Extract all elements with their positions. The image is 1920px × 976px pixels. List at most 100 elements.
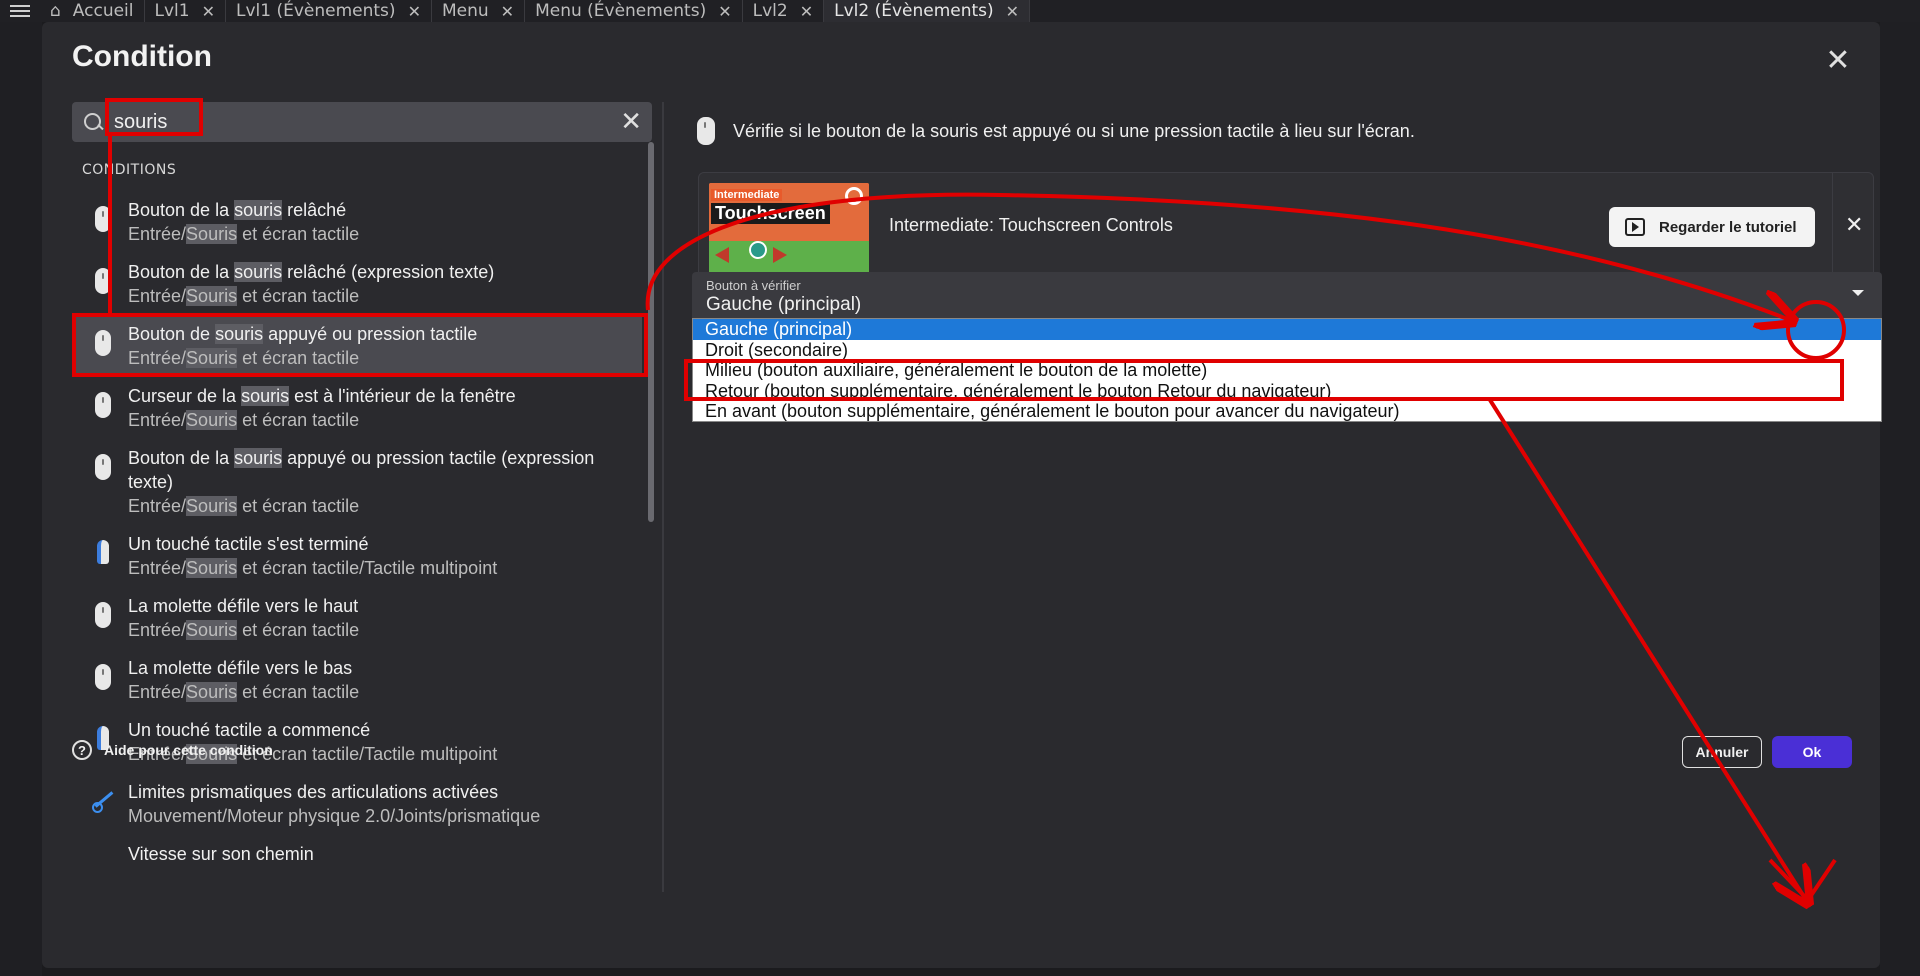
- item-category: Mouvement/Moteur physique 2.0/Joints/pri…: [128, 806, 541, 826]
- item-title: Limites prismatiques des articulations a…: [128, 782, 499, 802]
- item-title: Bouton de la souris relâché (expression …: [128, 262, 495, 282]
- item-title: Un touché tactile s'est terminé: [128, 534, 369, 554]
- blank-icon: [86, 842, 120, 850]
- close-tab-icon[interactable]: ✕: [718, 2, 731, 21]
- item-title: Curseur de la souris est à l'intérieur d…: [128, 386, 516, 406]
- logo-icon: [845, 187, 863, 205]
- tutorial-card: Intermediate Touchscreen Intermediate: T…: [698, 172, 1874, 288]
- watch-tutorial-label: Regarder le tutoriel: [1659, 218, 1797, 236]
- tab-2[interactable]: Lvl1 (Évènements) ✕: [226, 0, 432, 22]
- tab-label: Lvl2 (Évènements): [834, 1, 994, 21]
- tab-4[interactable]: Menu (Évènements) ✕: [525, 0, 743, 22]
- close-tab-icon[interactable]: ✕: [202, 2, 215, 21]
- home-icon: ⌂: [50, 1, 61, 21]
- mouse-icon: [86, 384, 120, 418]
- cancel-button[interactable]: Annuler: [1682, 736, 1762, 768]
- tab-bar: ⌂ Accueil Lvl1 ✕ Lvl1 (Évènements) ✕ Menu ✕ Menu…: [0, 0, 1920, 22]
- list-item[interactable]: Curseur de la souris est à l'intérieur d…: [72, 376, 642, 438]
- item-title-cont: texte): [128, 472, 174, 492]
- item-category: Entrée/Souris et écran tactile: [128, 496, 360, 516]
- arrow-right-icon: [773, 247, 787, 263]
- select-option[interactable]: Droit (secondaire): [693, 340, 1881, 361]
- list-scrollbar[interactable]: [648, 142, 654, 522]
- close-icon[interactable]: ✕: [1822, 43, 1854, 78]
- left-toolbar: [0, 22, 42, 976]
- search-input[interactable]: [104, 110, 621, 134]
- close-tab-icon[interactable]: ✕: [800, 2, 813, 21]
- item-category: Entrée/Souris et écran tactile: [128, 286, 360, 306]
- tab-label: Accueil: [72, 1, 134, 21]
- list-item[interactable]: Bouton de la souris appuyé ou pression t…: [72, 438, 642, 524]
- chevron-down-icon[interactable]: [1852, 290, 1864, 296]
- mouse-icon: [86, 656, 120, 690]
- mouse-icon: [86, 198, 120, 232]
- arrow-left-icon: [715, 247, 729, 263]
- condition-description: Vérifie si le bouton de la souris est ap…: [697, 117, 1415, 145]
- condition-list: Bouton de la souris relâché Entrée/Souris…: [72, 190, 642, 890]
- list-item[interactable]: Bouton de souris appuyé ou pression tact…: [72, 314, 642, 376]
- condition-dialog: Condition ✕ ✕ CONDITIONS Bouton de la so…: [42, 22, 1882, 968]
- tab-label: Lvl1 (Évènements): [236, 1, 396, 21]
- item-title: La molette défile vers le bas: [128, 658, 353, 678]
- list-item[interactable]: Bouton de la souris relâché Entrée/Souris…: [72, 190, 642, 252]
- help-icon: ?: [72, 740, 92, 760]
- item-title: Un touché tactile a commencé: [128, 720, 371, 740]
- select-value: Gauche (principal): [706, 294, 862, 315]
- item-title: La molette défile vers le haut: [128, 596, 359, 616]
- item-category: Entrée/Souris et écran tactile/Tactile m…: [128, 558, 498, 578]
- list-item[interactable]: Bouton de la souris relâché (expression …: [72, 252, 642, 314]
- select-dropdown: Gauche (principal) Droit (secondaire) Mili…: [692, 318, 1882, 422]
- select-option[interactable]: Gauche (principal): [693, 319, 1881, 340]
- list-item[interactable]: La molette défile vers le bas Entrée/Sour…: [72, 648, 642, 710]
- mouse-icon: [697, 117, 715, 145]
- menu-icon[interactable]: [0, 0, 40, 22]
- tab-6[interactable]: Lvl2 (Évènements) ✕: [824, 0, 1031, 22]
- item-title: Bouton de la souris relâché: [128, 200, 347, 220]
- mouse-icon: [86, 322, 120, 356]
- item-title: Bouton de souris appuyé ou pression tact…: [128, 324, 478, 344]
- thumbnail-chip-level: Intermediate: [711, 189, 783, 201]
- mouse-icon: [86, 446, 120, 480]
- search-icon: [82, 111, 104, 133]
- tab-label: Lvl1: [154, 1, 190, 21]
- mouse-icon: [86, 260, 120, 294]
- item-category: Entrée/Souris et écran tactile: [128, 410, 360, 430]
- mouse-icon: [86, 594, 120, 628]
- button-select[interactable]: Bouton à vérifier Gauche (principal): [692, 272, 1882, 320]
- section-header: CONDITIONS: [82, 162, 177, 178]
- item-category: Entrée/Souris et écran tactile: [128, 224, 360, 244]
- tutorial-title: Intermediate: Touchscreen Controls: [889, 215, 1173, 235]
- thumbnail-chip-title: Touchscreen: [711, 203, 830, 224]
- tab-1[interactable]: Lvl1 ✕: [145, 0, 226, 22]
- item-title: Bouton de la souris appuyé ou pression t…: [128, 448, 595, 468]
- list-item[interactable]: Un touché tactile s'est terminé Entrée/So…: [72, 524, 642, 586]
- clear-search-icon[interactable]: ✕: [620, 107, 642, 137]
- item-title: Vitesse sur son chemin: [128, 844, 314, 864]
- tab-label: Menu: [441, 1, 489, 21]
- help-link[interactable]: ? Aide pour cette condition: [72, 740, 273, 760]
- list-item[interactable]: La molette défile vers le haut Entrée/Sou…: [72, 586, 642, 648]
- tab-3[interactable]: Menu ✕: [432, 0, 526, 22]
- panel-divider: [662, 102, 664, 892]
- watch-tutorial-button[interactable]: Regarder le tutoriel: [1609, 207, 1815, 247]
- search-bar: ✕: [72, 102, 652, 142]
- touch-icon: [86, 532, 120, 564]
- right-toolbar: [1880, 22, 1920, 976]
- item-category: Entrée/Souris et écran tactile: [128, 348, 360, 368]
- item-category: Entrée/Souris et écran tactile: [128, 620, 360, 640]
- select-option[interactable]: En avant (bouton supplémentaire, général…: [693, 401, 1881, 422]
- select-option[interactable]: Retour (bouton supplémentaire, généralem…: [693, 381, 1881, 402]
- list-item[interactable]: Limites prismatiques des articulations a…: [72, 772, 642, 834]
- select-label: Bouton à vérifier: [706, 278, 801, 293]
- list-item[interactable]: Vitesse sur son chemin: [72, 834, 642, 872]
- dismiss-tutorial-icon[interactable]: ✕: [1845, 213, 1863, 238]
- ok-button[interactable]: Ok: [1772, 736, 1852, 768]
- close-tab-icon[interactable]: ✕: [408, 2, 421, 21]
- item-category: Entrée/Souris et écran tactile: [128, 682, 360, 702]
- tab-5[interactable]: Lvl2 ✕: [743, 0, 825, 22]
- close-tab-icon[interactable]: ✕: [501, 2, 514, 21]
- select-option[interactable]: Milieu (bouton auxiliaire, généralement …: [693, 360, 1881, 381]
- tab-0[interactable]: ⌂ Accueil: [40, 0, 145, 22]
- close-tab-icon[interactable]: ✕: [1006, 2, 1019, 21]
- help-label: Aide pour cette condition: [104, 742, 273, 758]
